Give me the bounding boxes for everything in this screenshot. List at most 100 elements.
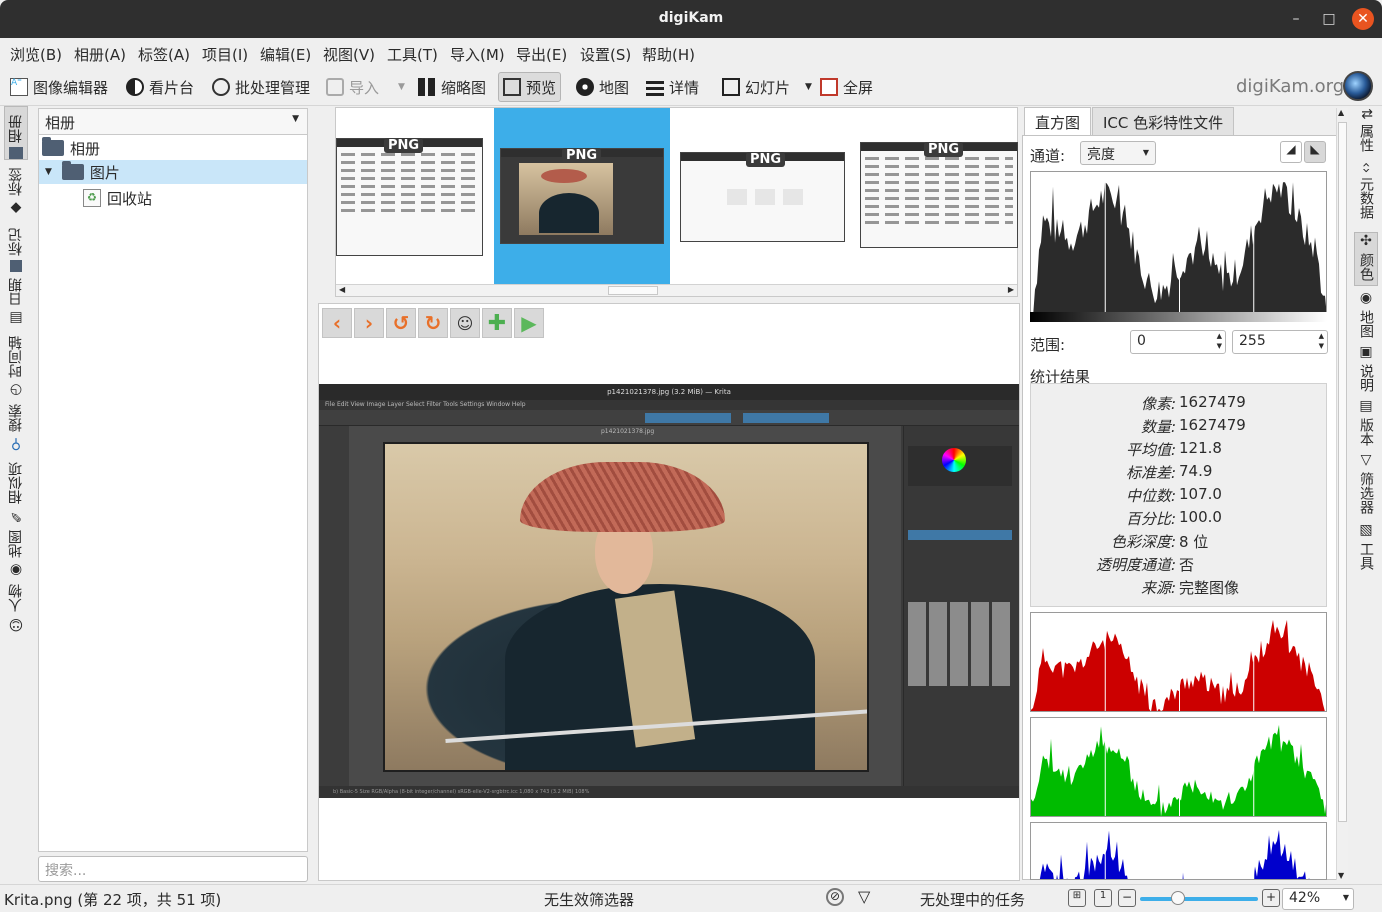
tab-labels-label: 标记	[8, 228, 24, 256]
range-max-input[interactable]: 255 ▲ ▼	[1232, 330, 1328, 354]
close-button[interactable]: ✕	[1352, 8, 1374, 30]
slideshow-button[interactable]: 幻灯片 ▼	[718, 72, 816, 102]
tab-icc-profile[interactable]: ICC 色彩特性文件	[1092, 107, 1235, 135]
maximize-button[interactable]: □	[1319, 9, 1339, 29]
fullscreen-button[interactable]: 全屏	[816, 72, 877, 102]
slideshow-menu-icon[interactable]: ▼	[805, 82, 812, 92]
range-min-input[interactable]: 0 ▲ ▼	[1130, 330, 1226, 354]
tab-similar[interactable]: ✎ 相似项	[4, 454, 28, 524]
brand-text[interactable]: digiKam.org	[1236, 76, 1344, 97]
tab-dates[interactable]: ▤ 日期	[4, 274, 28, 326]
import-button[interactable]: 导入 ▼	[322, 72, 409, 102]
back-icon[interactable]: ‹	[322, 308, 352, 338]
add-to-light-table-icon[interactable]: ✚	[482, 308, 512, 338]
tab-labels[interactable]: 标记	[4, 218, 28, 272]
scroll-handle[interactable]	[608, 286, 658, 295]
light-table-button[interactable]: 看片台	[122, 72, 198, 102]
face-tag-icon[interactable]: ☺	[450, 308, 480, 338]
globe-icon	[576, 78, 594, 96]
image-editor-button[interactable]: A⁼ 图像编辑器	[6, 72, 112, 102]
stat-value: 74.9	[1179, 462, 1213, 480]
tab-people[interactable]: ☺ 人物	[4, 580, 28, 632]
chevron-down-icon: ▼	[292, 114, 299, 124]
tab-captions[interactable]: ▣ 说明	[1354, 344, 1378, 396]
thumbnail-item[interactable]: PNG	[336, 108, 512, 284]
zoom-fit-icon[interactable]: ⊞	[1068, 889, 1086, 907]
tab-timeline[interactable]: ◷ 时间轴	[4, 328, 28, 398]
preview-button[interactable]: 预览	[498, 72, 562, 102]
log-scale-button[interactable]: ◣	[1304, 141, 1326, 163]
rotate-left-icon[interactable]: ↺	[386, 308, 416, 338]
tab-search[interactable]: ⚲ 搜索	[4, 400, 28, 452]
zoom-100-icon[interactable]: 1	[1094, 889, 1112, 907]
tab-colors[interactable]: ✣ 颜色	[1354, 232, 1378, 286]
menu-tools[interactable]: 工具(T)	[387, 44, 438, 65]
digikam-logo-icon[interactable]	[1343, 71, 1373, 101]
zoom-slider-handle[interactable]	[1171, 891, 1186, 905]
scroll-down-icon[interactable]: ▼	[1338, 871, 1344, 880]
expand-arrow-icon[interactable]: ▼	[45, 167, 52, 177]
menu-edit[interactable]: 编辑(E)	[260, 44, 311, 65]
album-search-input[interactable]: 搜索...	[38, 856, 308, 882]
play-icon[interactable]: ▶	[514, 308, 544, 338]
spin-arrows-icon[interactable]: ▲ ▼	[1217, 331, 1222, 351]
clear-filter-icon[interactable]: ⊘	[826, 888, 844, 906]
zoom-out-icon[interactable]: −	[1118, 889, 1136, 907]
thumbnail-item[interactable]: PNG	[678, 108, 854, 284]
tab-filters[interactable]: ▽ 筛选器	[1354, 452, 1378, 520]
status-filter-text: 无生效筛选器	[544, 891, 635, 909]
tab-metadata[interactable]: ‹› 元数据	[1354, 162, 1378, 230]
zoom-input[interactable]: 42% ▼	[1282, 888, 1354, 910]
batch-queue-button[interactable]: 批处理管理	[208, 72, 314, 102]
tree-item-trash[interactable]: ♻ 回收站	[83, 186, 152, 210]
scroll-right-icon[interactable]: ▶	[1008, 285, 1014, 294]
tree-item-pictures[interactable]: ▼ 图片	[39, 160, 307, 184]
forward-icon[interactable]: ›	[354, 308, 384, 338]
tab-properties[interactable]: ⇅ 属性	[1354, 108, 1378, 160]
range-min-value: 0	[1137, 333, 1146, 349]
menu-view[interactable]: 视图(V)	[323, 44, 375, 65]
tab-histogram[interactable]: 直方图	[1024, 107, 1092, 135]
tab-geolocation[interactable]: ◉ 地图	[1354, 290, 1378, 342]
folder-icon	[42, 137, 64, 156]
menu-item[interactable]: 项目(I)	[202, 44, 248, 65]
zoom-slider[interactable]	[1140, 897, 1258, 901]
tab-tools[interactable]: ▧ 工具	[1354, 522, 1378, 574]
thumbnail-scrollbar[interactable]: ◀ ▶	[336, 284, 1017, 296]
menu-settings[interactable]: 设置(S)	[580, 44, 631, 65]
scroll-left-icon[interactable]: ◀	[339, 285, 345, 294]
menu-import[interactable]: 导入(M)	[450, 44, 505, 65]
stat-row: 平均值: 121.8	[1031, 439, 1328, 461]
linear-scale-button[interactable]: ◢	[1280, 141, 1302, 163]
menu-album[interactable]: 相册(A)	[74, 44, 126, 65]
menu-browse[interactable]: 浏览(B)	[10, 44, 62, 65]
channel-select[interactable]: 亮度 ▼	[1080, 141, 1156, 165]
zoom-in-icon[interactable]: +	[1262, 889, 1280, 907]
menu-help[interactable]: 帮助(H)	[642, 44, 695, 65]
tab-map[interactable]: ◉ 地图	[4, 526, 28, 578]
tree-item-root[interactable]: 相册	[42, 136, 100, 160]
chevron-down-icon[interactable]: ▼	[398, 82, 405, 92]
spin-arrows-icon[interactable]: ▲ ▼	[1319, 331, 1324, 351]
menu-tag[interactable]: 标签(A)	[138, 44, 190, 65]
tab-albums[interactable]: 相册	[4, 106, 28, 160]
status-item-info: Krita.png (第 22 项，共 51 项)	[4, 891, 222, 909]
thumbnails-button[interactable]: 缩略图	[414, 72, 490, 102]
stat-label: 中位数:	[1125, 487, 1176, 505]
krita-dockers	[903, 426, 1019, 786]
thumbnail-item[interactable]: PNG	[860, 108, 1036, 284]
filter-icon[interactable]: ▽	[858, 887, 870, 906]
map-button[interactable]: 地图	[572, 72, 633, 102]
menu-export[interactable]: 导出(E)	[516, 44, 567, 65]
right-panel-scrollbar[interactable]: ▲ ▼	[1336, 108, 1348, 880]
scroll-handle[interactable]	[1338, 122, 1347, 822]
tab-tags[interactable]: ◆ 标签	[4, 164, 28, 216]
minimize-button[interactable]: –	[1286, 9, 1306, 29]
album-view-combo[interactable]: 相册 ▼	[39, 109, 307, 135]
scroll-up-icon[interactable]: ▲	[1338, 108, 1344, 117]
luminance-histogram	[1030, 171, 1327, 321]
tab-versions[interactable]: ▤ 版本	[1354, 398, 1378, 450]
rotate-right-icon[interactable]: ↻	[418, 308, 448, 338]
details-button[interactable]: 详情	[642, 72, 703, 102]
thumbnail-item-selected[interactable]: PNG	[494, 108, 670, 284]
